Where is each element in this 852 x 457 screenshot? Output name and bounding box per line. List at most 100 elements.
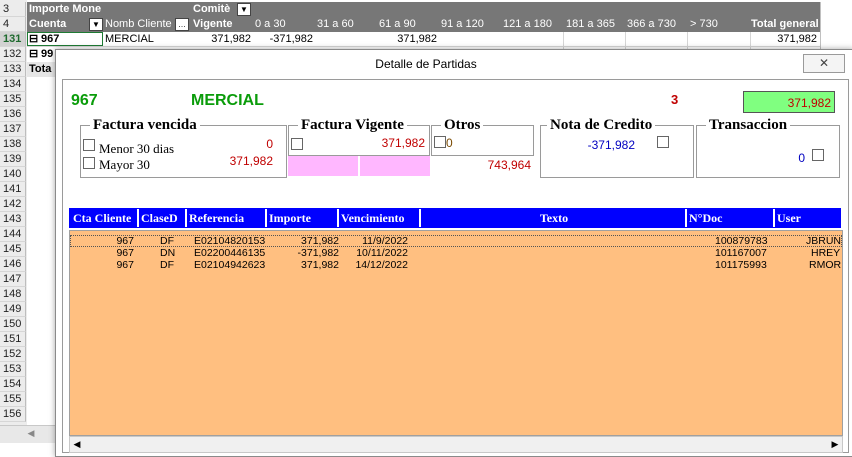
menor-30-value: 0 bbox=[266, 137, 273, 151]
th-importe[interactable]: Importe bbox=[267, 209, 339, 227]
row-number[interactable]: 132 bbox=[0, 47, 26, 62]
cell-cta: 967 bbox=[116, 247, 134, 259]
row-number[interactable]: 138 bbox=[0, 137, 26, 152]
row-number[interactable]: 141 bbox=[0, 182, 26, 197]
row-number[interactable]: 4 bbox=[0, 17, 26, 32]
dialog-titlebar[interactable]: Detalle de Partidas ✕ bbox=[56, 50, 852, 77]
row-number[interactable]: 144 bbox=[0, 227, 26, 242]
table-horizontal-scrollbar[interactable]: ◀ ▶ bbox=[69, 436, 843, 453]
pivot-row-131[interactable]: ⊟ 967 MERCIAL 371,982 -371,982 371,982 3… bbox=[27, 32, 820, 47]
table-row[interactable]: 967 DF E02104820153 371,982 11/9/2022 10… bbox=[70, 235, 842, 247]
table-row[interactable]: 967 DN E02200446135 -371,982 10/11/2022 … bbox=[70, 247, 842, 259]
pivot-header-row-3: Importe Mone Comitè ▼ bbox=[27, 2, 820, 17]
row-number[interactable]: 146 bbox=[0, 257, 26, 272]
nota-credito-title: Nota de Credito bbox=[547, 117, 656, 133]
pink-field-1[interactable] bbox=[288, 156, 358, 176]
row-number-selected[interactable]: 131 bbox=[0, 32, 26, 47]
d0-30-cell[interactable]: -371,982 bbox=[255, 32, 313, 47]
total-cell[interactable]: 371,982 bbox=[751, 32, 817, 47]
th-referencia[interactable]: Referencia bbox=[187, 209, 267, 227]
row-number[interactable]: 136 bbox=[0, 107, 26, 122]
partidas-table-body[interactable]: 967 DF E02104820153 371,982 11/9/2022 10… bbox=[69, 230, 843, 436]
th-user[interactable]: User bbox=[775, 209, 841, 227]
transaccion-checkbox[interactable] bbox=[812, 149, 824, 161]
nota-credito-group: Nota de Credito -371,982 bbox=[540, 117, 694, 178]
scroll-right-icon[interactable]: ▶ bbox=[828, 437, 842, 452]
cell-venc: 10/11/2022 bbox=[356, 247, 408, 259]
th-cta-cliente[interactable]: Cta Cliente bbox=[71, 209, 139, 227]
factura-vigente-checkbox[interactable] bbox=[291, 138, 303, 150]
row-number[interactable]: 143 bbox=[0, 212, 26, 227]
partidas-table-header: Cta Cliente ClaseD Referencia Importe Ve… bbox=[69, 208, 841, 228]
column-filter-icon[interactable]: ▼ bbox=[237, 3, 251, 16]
row-number[interactable]: 145 bbox=[0, 242, 26, 257]
cliente-filter-icon[interactable]: … bbox=[175, 18, 189, 31]
row-number[interactable]: 148 bbox=[0, 287, 26, 302]
row-number[interactable]: 153 bbox=[0, 362, 26, 377]
cuenta-cell[interactable]: 99 bbox=[41, 47, 53, 62]
row-field-cuenta: Cuenta bbox=[29, 18, 67, 30]
row-number[interactable]: 152 bbox=[0, 347, 26, 362]
factura-vencida-group: Factura vencida Menor 30 dias 0 Mayor 30… bbox=[80, 117, 287, 178]
factura-vigente-title: Factura Vigente bbox=[298, 117, 407, 133]
row-number[interactable]: 3 bbox=[0, 2, 26, 17]
col-366-730: 366 a 730 bbox=[627, 18, 676, 30]
col-121-180: 121 a 180 bbox=[503, 18, 552, 30]
cuenta-filter-icon[interactable]: ▼ bbox=[89, 18, 103, 31]
cell-cta: 967 bbox=[116, 235, 134, 247]
row-number[interactable]: 139 bbox=[0, 152, 26, 167]
d61-90-cell[interactable]: 371,982 bbox=[379, 32, 437, 47]
otros-checkbox[interactable] bbox=[434, 136, 446, 148]
menor-30-label: Menor 30 dias bbox=[99, 141, 175, 156]
th-ndoc[interactable]: N°Doc bbox=[687, 209, 775, 227]
menor-30-checkbox[interactable] bbox=[83, 139, 95, 151]
col-0-30: 0 a 30 bbox=[255, 18, 286, 30]
row-number[interactable]: 140 bbox=[0, 167, 26, 182]
row-number[interactable]: 155 bbox=[0, 392, 26, 407]
pink-field-2[interactable] bbox=[360, 156, 430, 176]
cliente-cell[interactable]: MERCIAL bbox=[105, 32, 154, 47]
scroll-left-icon[interactable]: ◀ bbox=[70, 437, 84, 452]
row-number[interactable]: 154 bbox=[0, 377, 26, 392]
dialog-title: Detalle de Partidas bbox=[375, 57, 477, 71]
close-button[interactable]: ✕ bbox=[803, 54, 845, 73]
otros-sum-value: 743,964 bbox=[487, 158, 531, 172]
total-amount-field[interactable]: 371,982 bbox=[743, 91, 835, 113]
row-number[interactable]: 134 bbox=[0, 77, 26, 92]
vigente-cell[interactable]: 371,982 bbox=[193, 32, 251, 47]
account-number: 967 bbox=[71, 92, 98, 109]
nota-credito-checkbox[interactable] bbox=[657, 136, 669, 148]
col-over-730: > 730 bbox=[690, 18, 718, 30]
sheet-horizontal-scrollbar[interactable]: ◀ bbox=[0, 425, 60, 443]
cell-importe: 371,982 bbox=[301, 259, 339, 271]
transaccion-value: 0 bbox=[798, 151, 805, 165]
cell-venc: 11/9/2022 bbox=[362, 235, 408, 247]
row-number[interactable]: 142 bbox=[0, 197, 26, 212]
active-cell-border bbox=[27, 32, 103, 46]
mayor-30-checkbox[interactable] bbox=[83, 157, 95, 169]
th-clased[interactable]: ClaseD bbox=[139, 209, 187, 227]
table-row[interactable]: 967 DF E02104942623 371,982 14/12/2022 1… bbox=[70, 259, 842, 271]
row-number[interactable]: 151 bbox=[0, 332, 26, 347]
otros-group: Otros 0 bbox=[431, 117, 534, 156]
row-number[interactable]: 137 bbox=[0, 122, 26, 137]
th-vencimiento[interactable]: Vencimiento bbox=[339, 209, 421, 227]
cell-doc: 101167007 bbox=[715, 247, 767, 259]
row-number[interactable]: 135 bbox=[0, 92, 26, 107]
cell-doc: 100879783 bbox=[715, 235, 768, 247]
expand-icon[interactable]: ⊟ bbox=[29, 47, 38, 62]
scroll-left-icon[interactable]: ◀ bbox=[24, 426, 38, 441]
row-number[interactable]: 133 bbox=[0, 62, 26, 77]
row-number[interactable]: 149 bbox=[0, 302, 26, 317]
col-31-60: 31 a 60 bbox=[317, 18, 354, 30]
cell-clase: DF bbox=[160, 235, 174, 247]
row-number[interactable]: 156 bbox=[0, 407, 26, 422]
cell-cta: 967 bbox=[116, 259, 134, 271]
values-field-label: Importe Mone bbox=[29, 3, 102, 15]
row-number[interactable]: 147 bbox=[0, 272, 26, 287]
column-field-label: Comitè bbox=[193, 3, 231, 15]
cell-importe: 371,982 bbox=[301, 235, 339, 247]
row-number[interactable]: 150 bbox=[0, 317, 26, 332]
factura-vigente-group: Factura Vigente 371,982 bbox=[288, 117, 430, 156]
th-texto[interactable]: Texto bbox=[421, 209, 687, 227]
